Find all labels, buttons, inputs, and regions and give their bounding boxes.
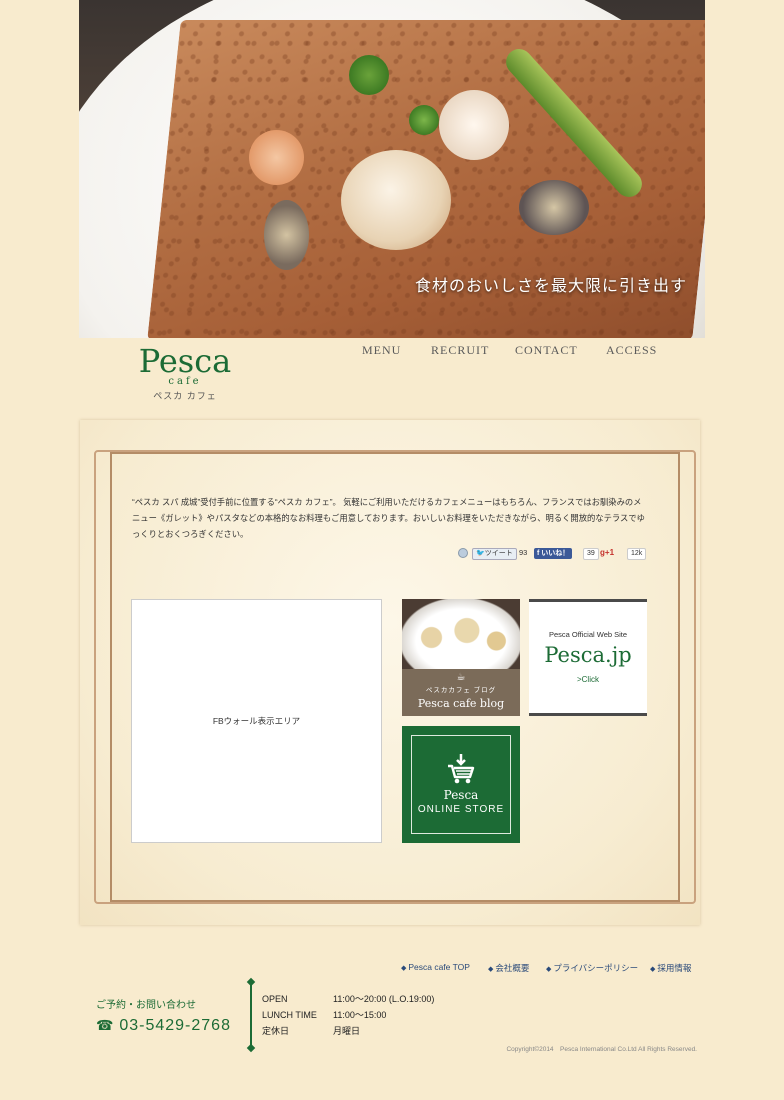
official-title: Pesca.jp bbox=[544, 643, 632, 667]
hours-value: 11:00～20:00 (L.O.19:00) bbox=[333, 994, 435, 1004]
share-icon[interactable] bbox=[458, 548, 468, 558]
footer-nav: Pesca cafe TOP 会社概要 プライバシーポリシー 採用情報 bbox=[0, 962, 784, 976]
tweet-label: ツイート bbox=[484, 550, 513, 557]
official-site-banner[interactable]: Pesca Official Web Site Pesca.jp >Click bbox=[529, 599, 647, 716]
store-line1: Pesca bbox=[443, 788, 479, 802]
footer-link-company[interactable]: 会社概要 bbox=[488, 962, 529, 974]
like-label: いいね！ bbox=[541, 550, 570, 557]
coffee-cup-icon: ☕ bbox=[456, 672, 466, 683]
like-button[interactable]: f いいね！ bbox=[534, 548, 573, 559]
footer-link-top[interactable]: Pesca cafe TOP bbox=[401, 962, 470, 972]
hours-value: 月曜日 bbox=[333, 1026, 361, 1036]
clam-graphic bbox=[264, 200, 309, 270]
blog-banner[interactable]: ☕ ペスカカフェ ブログ Pesca cafe blog bbox=[402, 599, 520, 716]
store-line2: ONLINE STORE bbox=[417, 804, 505, 815]
hours-key: OPEN bbox=[262, 994, 288, 1004]
hours-key: 定休日 bbox=[262, 1026, 290, 1036]
hero-image: 食材のおいしさを最大限に引き出す bbox=[79, 0, 705, 338]
nav-recruit[interactable]: RECRUIT bbox=[431, 343, 489, 358]
hours-row: OPEN 11:00～20:00 (L.O.19:00) bbox=[262, 992, 434, 1008]
blog-small-label: ペスカカフェ ブログ bbox=[425, 687, 497, 694]
clam-graphic bbox=[519, 180, 589, 235]
hours-row: 定休日 月曜日 bbox=[262, 1024, 434, 1040]
nav-access[interactable]: ACCESS bbox=[606, 343, 657, 358]
fb-wall-area: FBウォール表示エリア bbox=[131, 599, 382, 843]
hero-caption: 食材のおいしさを最大限に引き出す bbox=[414, 276, 687, 295]
tweet-count-value: 93 bbox=[519, 548, 528, 557]
like-count-value: 39 bbox=[583, 548, 599, 560]
official-click: >Click bbox=[576, 675, 599, 684]
business-hours: OPEN 11:00～20:00 (L.O.19:00) LUNCH TIME 11… bbox=[262, 992, 434, 1040]
intro-text: “ペスカ スパ 成城”受付手前に位置する“ペスカ カフェ”。 気軽にご利用いただ… bbox=[132, 497, 645, 539]
contact-block: ご予約・お問い合わせ ☎ 03-5429-2768 bbox=[96, 996, 231, 1035]
gplus-label: +1 bbox=[604, 548, 615, 557]
herb-graphic bbox=[409, 105, 439, 135]
gplus-button[interactable]: g+1 bbox=[600, 548, 614, 557]
blog-title: Pesca cafe blog bbox=[417, 697, 505, 710]
blog-photo bbox=[402, 599, 520, 669]
phone-number[interactable]: ☎ 03-5429-2768 bbox=[96, 1017, 231, 1035]
like-count: 39 bbox=[583, 548, 599, 560]
tweet-button[interactable]: 🐦ツイート bbox=[472, 548, 517, 560]
global-nav: MENU RECRUIT CONTACT ACCESS bbox=[0, 343, 784, 359]
twitter-icon: 🐦 bbox=[476, 550, 485, 557]
gplus-count: 12k bbox=[627, 548, 647, 560]
herb-graphic bbox=[349, 55, 389, 95]
copyright: Copyright©2014 Pesca International Co.Lt… bbox=[506, 1046, 697, 1053]
logo-kana: ペスカ カフェ bbox=[153, 391, 217, 401]
shrimp-graphic bbox=[249, 130, 304, 185]
store-inner: Pesca ONLINE STORE bbox=[411, 735, 511, 834]
blog-band: ☕ ペスカカフェ ブログ Pesca cafe blog bbox=[402, 669, 520, 716]
nav-contact[interactable]: CONTACT bbox=[515, 343, 578, 358]
scallop-graphic bbox=[341, 150, 451, 250]
phone-icon: ☎ bbox=[96, 1017, 120, 1033]
footer-link-privacy[interactable]: プライバシーポリシー bbox=[546, 962, 638, 974]
tweet-count: 93 bbox=[519, 548, 527, 557]
nav-menu[interactable]: MENU bbox=[362, 343, 401, 358]
cart-icon bbox=[448, 754, 475, 784]
online-store-banner[interactable]: Pesca ONLINE STORE bbox=[402, 726, 520, 843]
gplus-count-value: 12k bbox=[627, 548, 647, 560]
phone-number-value: 03-5429-2768 bbox=[119, 1017, 231, 1034]
contact-label: ご予約・お問い合わせ bbox=[96, 1000, 196, 1011]
footer-divider bbox=[250, 982, 252, 1048]
footer-link-recruit[interactable]: 採用情報 bbox=[650, 962, 691, 974]
hours-value: 11:00～15:00 bbox=[333, 1010, 387, 1020]
hours-row: LUNCH TIME 11:00～15:00 bbox=[262, 1008, 434, 1024]
hours-key: LUNCH TIME bbox=[262, 1010, 317, 1020]
social-buttons: 🐦ツイート 93 f いいね！ 39 g+1 12k bbox=[0, 546, 784, 562]
fb-wall-label: FBウォール表示エリア bbox=[212, 716, 301, 726]
official-small-label: Pesca Official Web Site bbox=[548, 630, 628, 639]
scallop-graphic bbox=[439, 90, 509, 160]
